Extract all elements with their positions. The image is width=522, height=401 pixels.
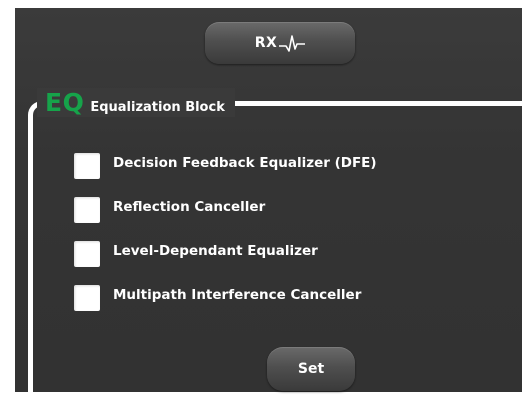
option-level-dependant-equalizer[interactable]: Level-Dependant Equalizer [74, 241, 318, 267]
equalization-group-title: EQ Equalization Block [37, 88, 235, 117]
rx-button-label: RX [254, 35, 278, 51]
rx-settings-panel: RX EQ Equalization Block Decision Feedba… [15, 8, 522, 401]
option-dfe[interactable]: Decision Feedback Equalizer (DFE) [74, 153, 377, 179]
equalization-block-label: Equalization Block [90, 100, 225, 115]
dfe-label: Decision Feedback Equalizer (DFE) [113, 155, 377, 171]
set-button-label: Set [297, 361, 325, 377]
reflection-canceller-label: Reflection Canceller [113, 199, 266, 215]
multipath-interference-canceller-label: Multipath Interference Canceller [113, 287, 362, 303]
rx-button[interactable]: RX [205, 22, 355, 64]
set-button[interactable]: Set [267, 347, 355, 391]
multipath-interference-canceller-checkbox[interactable] [74, 285, 100, 311]
dfe-checkbox[interactable] [74, 153, 100, 179]
reflection-canceller-checkbox[interactable] [74, 197, 100, 223]
pulse-icon [279, 33, 306, 53]
level-dependant-equalizer-checkbox[interactable] [74, 241, 100, 267]
option-reflection-canceller[interactable]: Reflection Canceller [74, 197, 265, 223]
eq-logo: EQ [45, 88, 85, 117]
level-dependant-equalizer-label: Level-Dependant Equalizer [113, 243, 318, 259]
option-multipath-interference-canceller[interactable]: Multipath Interference Canceller [74, 285, 361, 311]
